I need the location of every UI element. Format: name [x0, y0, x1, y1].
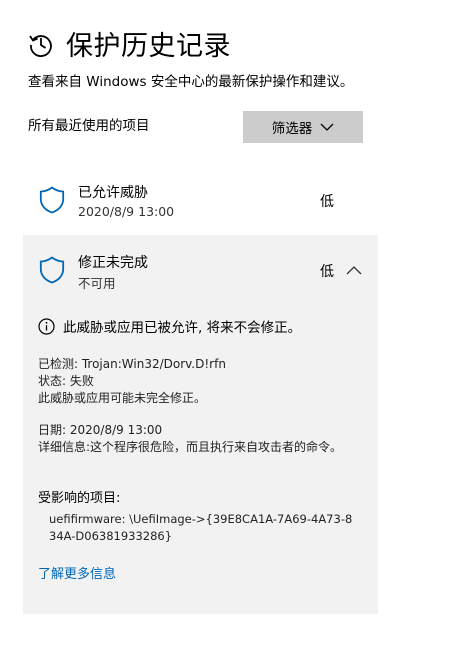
item-title: 修正未完成 — [78, 255, 148, 271]
page-subtitle: 查看来自 Windows 安全中心的最新保护操作和建议。 — [28, 74, 354, 90]
item-date: 2020/8/9 13:00 — [78, 204, 175, 219]
info-message: 此威胁或应用已被允许, 将来不会修正。 — [38, 316, 301, 336]
status-text: 状态: 失败 — [38, 374, 94, 388]
info-icon — [38, 317, 55, 335]
affected-items-title: 受影响的项目: — [38, 491, 121, 506]
details-value: 这个程序很危险，而且执行来自攻击者的命令。 — [90, 440, 343, 454]
learn-more-link[interactable]: 了解更多信息 — [38, 563, 116, 582]
list-item-remediation-incomplete[interactable]: 修正未完成 不可用 低 此威胁或应用已被允许, 将来不会修正。 已检测: Tro… — [23, 235, 378, 614]
item-title: 已允许威胁 — [78, 185, 148, 201]
history-icon — [29, 34, 52, 57]
details-row: 详细信息: 这个程序很危险，而且执行来自攻击者的命令。 — [38, 439, 358, 456]
filter-button-label: 筛选器 — [271, 121, 313, 137]
item-subtitle: 不可用 — [78, 276, 116, 291]
affected-item-path: uefifirmware: \UefiImage->{39E8CA1A-7A69… — [49, 512, 353, 543]
shield-icon — [39, 256, 65, 284]
header: 保护历史记录 — [28, 24, 231, 63]
detected-threat: 已检测: Trojan:Win32/Dorv.D!rfn — [38, 357, 226, 371]
warning-text: 此威胁或应用可能未完全修正。 — [38, 391, 207, 405]
details-label: 详细信息: — [38, 440, 91, 454]
shield-icon — [39, 186, 65, 214]
info-text: 此威胁或应用已被允许, 将来不会修正。 — [63, 320, 302, 336]
severity-label: 低 — [320, 194, 334, 210]
chevron-up-icon[interactable] — [346, 265, 362, 275]
section-label: 所有最近使用的项目 — [28, 118, 150, 134]
severity-label: 低 — [320, 264, 334, 280]
chevron-down-icon — [320, 123, 334, 131]
page-title: 保护历史记录 — [66, 31, 231, 62]
filter-button[interactable]: 筛选器 — [243, 111, 363, 143]
list-item-allowed-threat[interactable]: 已允许威胁 2020/8/9 13:00 低 — [23, 170, 378, 232]
protection-history-page: 保护历史记录 查看来自 Windows 安全中心的最新保护操作和建议。 所有最近… — [0, 0, 456, 647]
date-text: 日期: 2020/8/9 13:00 — [38, 423, 163, 437]
